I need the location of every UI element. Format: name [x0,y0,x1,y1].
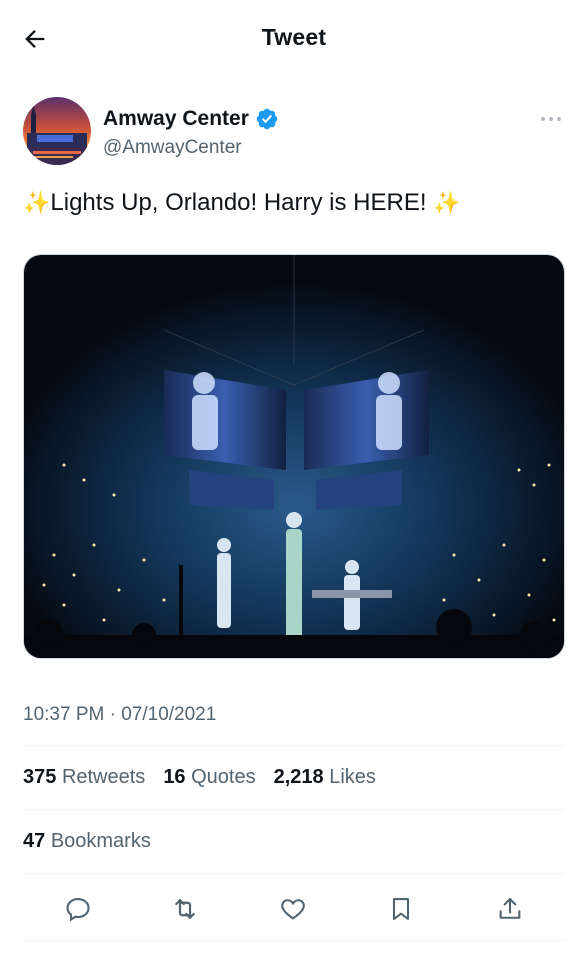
sparkles-emoji: ✨ [433,190,461,215]
author-name[interactable]: Amway Center [103,107,249,131]
author-handle[interactable]: @AmwayCenter [103,137,242,159]
retweet-icon [175,899,195,919]
top-bar: Tweet [0,0,588,78]
avatar[interactable] [23,97,91,165]
divider [23,940,565,941]
tweet-text: ✨Lights Up, Orlando! Harry is HERE! ✨ [23,188,568,218]
more-button[interactable] [536,109,566,129]
likes-stat[interactable]: 2,218 Likes [274,766,376,789]
divider [23,809,565,810]
bookmarks-stat[interactable]: 47 Bookmarks [23,830,169,853]
engagement-stats: 375 Retweets 16 Quotes 2,218 Likes [23,766,394,789]
tweet-body: Lights Up, Orlando! Harry is HERE! [50,189,434,216]
page-title: Tweet [261,24,327,50]
share-button[interactable] [493,892,527,926]
bookmark-icon [392,898,410,920]
tweet-author: Amway Center @AmwayCenter [23,97,568,167]
share-icon [499,898,521,919]
quotes-stat[interactable]: 16 Quotes [163,766,255,789]
retweets-stat[interactable]: 375 Retweets [23,766,145,789]
retweet-button[interactable] [168,892,202,926]
like-icon [281,899,305,920]
more-icon [541,117,561,121]
tweet-timestamp[interactable]: 10:37 PM · 07/10/2021 [23,704,216,726]
divider [23,873,565,874]
reply-icon [66,898,90,922]
bookmark-button[interactable] [384,892,418,926]
tweet-photo[interactable] [23,254,565,659]
sparkles-emoji: ✨ [23,190,51,215]
action-bar [0,888,588,930]
like-button[interactable] [276,892,310,926]
divider [23,745,565,746]
verified-badge-icon [256,108,278,130]
reply-button[interactable] [61,892,95,926]
